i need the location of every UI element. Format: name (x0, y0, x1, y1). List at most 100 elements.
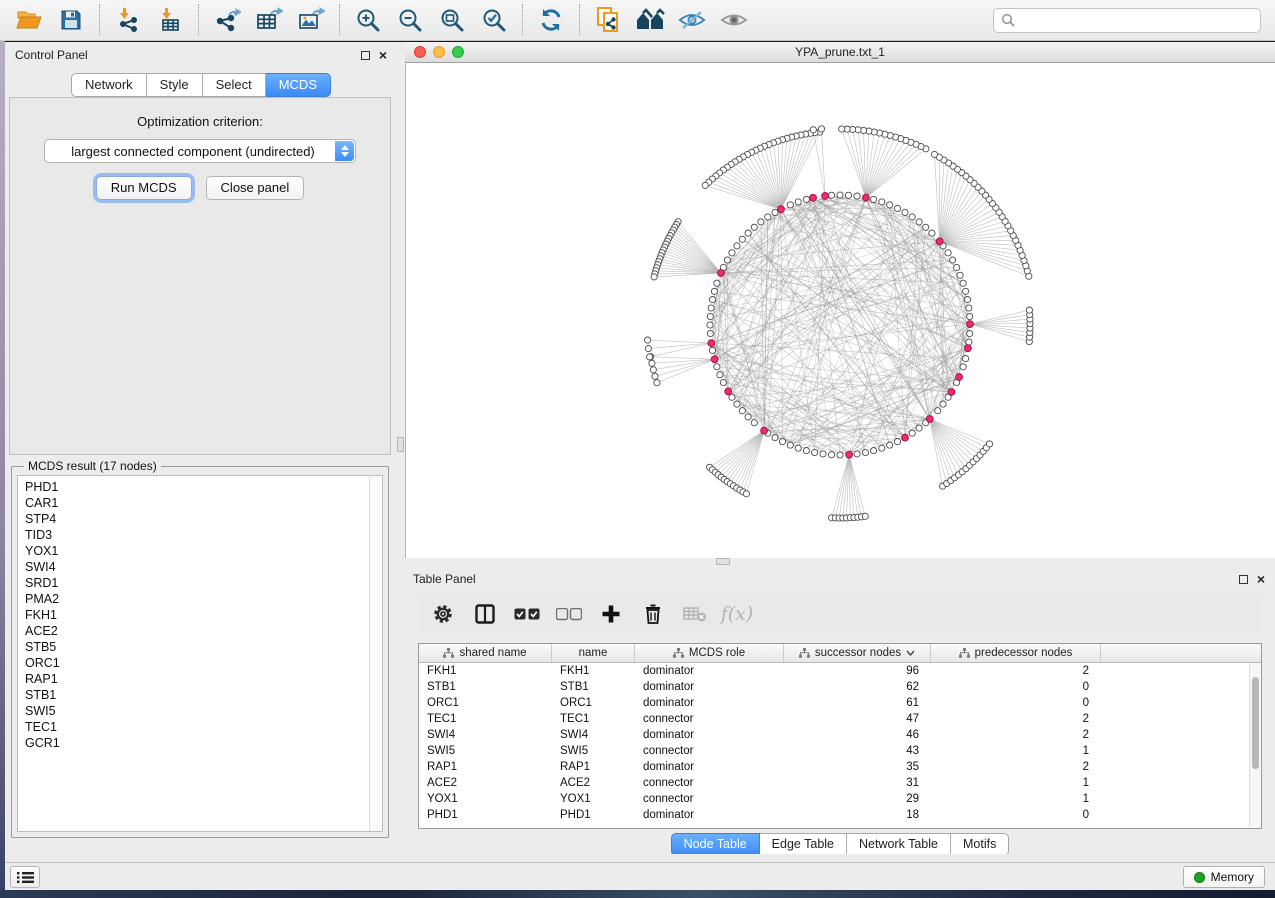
close-panel-button[interactable]: Close panel (206, 176, 305, 200)
export-image-icon[interactable] (293, 3, 329, 37)
mcds-result-item[interactable]: ORC1 (18, 655, 382, 671)
column-header-name[interactable]: name (552, 644, 635, 662)
table-panel-footer (405, 854, 1275, 862)
table-row[interactable]: RAP1RAP1dominator352 (419, 759, 1261, 775)
cell-mcds-role: connector (635, 743, 784, 759)
show-columns-icon[interactable] (469, 598, 501, 630)
cell-predecessor-nodes: 1 (931, 743, 1101, 759)
tab-edge-table[interactable]: Edge Table (760, 833, 847, 856)
import-table-icon[interactable] (152, 3, 188, 37)
cell-name: FKH1 (552, 663, 635, 679)
table-row[interactable]: ORC1ORC1dominator610 (419, 695, 1261, 711)
mcds-result-item[interactable]: STB5 (18, 639, 382, 655)
mcds-result-item[interactable]: YOX1 (18, 543, 382, 559)
run-mcds-button[interactable]: Run MCDS (96, 176, 192, 200)
new-network-from-selection-icon[interactable] (590, 3, 626, 37)
column-header-mcds-role[interactable]: MCDS role (635, 644, 784, 662)
mcds-result-item[interactable]: TEC1 (18, 719, 382, 735)
cell-filler (1101, 791, 1261, 807)
mcds-result-item[interactable]: ACE2 (18, 623, 382, 639)
zoom-fit-icon[interactable] (434, 3, 470, 37)
table-row[interactable]: ACE2ACE2connector311 (419, 775, 1261, 791)
cell-successor-nodes: 31 (784, 775, 931, 791)
column-header-successor-nodes[interactable]: successor nodes (784, 644, 931, 662)
mcds-result-item[interactable]: PMA2 (18, 591, 382, 607)
select-all-icon[interactable] (511, 598, 543, 630)
close-panel-icon[interactable]: × (379, 50, 387, 60)
table-row[interactable]: SWI5SWI5connector431 (419, 743, 1261, 759)
cell-filler (1101, 775, 1261, 791)
main-toolbar (0, 0, 1275, 41)
mcds-result-item[interactable]: SWI4 (18, 559, 382, 575)
cell-shared-name: TEC1 (419, 711, 552, 727)
save-session-icon[interactable] (53, 3, 89, 37)
zoom-selected-icon[interactable] (476, 3, 512, 37)
tab-node-table[interactable]: Node Table (671, 833, 760, 856)
search-input[interactable] (1021, 11, 1260, 31)
mcds-result-item[interactable]: STB1 (18, 687, 382, 703)
search-box[interactable] (993, 8, 1261, 33)
mcds-result-item[interactable]: STP4 (18, 511, 382, 527)
float-window-icon[interactable] (361, 51, 370, 60)
column-label: name (579, 647, 608, 659)
vertical-splitter[interactable] (397, 42, 405, 862)
first-neighbors-icon[interactable] (632, 3, 668, 37)
memory-button[interactable]: Memory (1183, 866, 1265, 888)
network-canvas[interactable] (405, 63, 1275, 558)
deselect-all-icon[interactable] (553, 598, 585, 630)
result-scrollbar[interactable] (369, 476, 382, 831)
cell-predecessor-nodes: 2 (931, 711, 1101, 727)
table-row[interactable]: FKH1FKH1dominator962 (419, 663, 1261, 679)
column-header-shared-name[interactable]: shared name (419, 644, 552, 662)
export-table-icon[interactable] (251, 3, 287, 37)
tab-network[interactable]: Network (71, 73, 147, 97)
cell-predecessor-nodes: 2 (931, 663, 1101, 679)
table-row[interactable]: TEC1TEC1connector472 (419, 711, 1261, 727)
splitter-grip[interactable] (716, 558, 730, 565)
scrollbar-thumb[interactable] (1252, 677, 1259, 769)
mcds-result-item[interactable]: CAR1 (18, 495, 382, 511)
cell-mcds-role: connector (635, 711, 784, 727)
mcds-result-item[interactable]: RAP1 (18, 671, 382, 687)
zoom-in-icon[interactable] (350, 3, 386, 37)
cell-mcds-role: dominator (635, 663, 784, 679)
close-panel-icon[interactable]: × (1257, 574, 1265, 584)
tab-select[interactable]: Select (203, 73, 266, 97)
mcds-result-item[interactable]: GCR1 (18, 735, 382, 751)
import-network-icon[interactable] (110, 3, 146, 37)
zoom-out-icon[interactable] (392, 3, 428, 37)
control-panel-tabs: NetworkStyleSelectMCDS (5, 73, 397, 97)
network-graph[interactable] (406, 63, 1275, 558)
table-settings-icon[interactable] (427, 598, 459, 630)
mcds-result-item[interactable]: PHD1 (18, 479, 382, 495)
table-row[interactable]: SWI4SWI4dominator462 (419, 727, 1261, 743)
mcds-result-item[interactable]: SRD1 (18, 575, 382, 591)
tab-mcds[interactable]: MCDS (266, 73, 331, 97)
desktop-wallpaper-bottom (0, 890, 1275, 898)
cell-shared-name: FKH1 (419, 663, 552, 679)
apply-layout-icon[interactable] (533, 3, 569, 37)
export-network-icon[interactable] (209, 3, 245, 37)
open-file-icon[interactable] (11, 3, 47, 37)
table-row[interactable]: YOX1YOX1connector291 (419, 791, 1261, 807)
control-panel-title: Control Panel (5, 48, 88, 62)
tab-network-table[interactable]: Network Table (847, 833, 951, 856)
show-all-icon[interactable] (716, 3, 752, 37)
table-row[interactable]: STB1STB1dominator620 (419, 679, 1261, 695)
add-row-icon[interactable] (595, 598, 627, 630)
table-row[interactable]: PHD1PHD1dominator180 (419, 807, 1261, 823)
tab-style[interactable]: Style (147, 73, 203, 97)
show-panels-button[interactable] (10, 866, 40, 888)
mcds-result-item[interactable]: TID3 (18, 527, 382, 543)
float-window-icon[interactable] (1239, 575, 1248, 584)
cell-filler (1101, 727, 1261, 743)
column-header-predecessor-nodes[interactable]: predecessor nodes (931, 644, 1101, 662)
mcds-result-item[interactable]: FKH1 (18, 607, 382, 623)
mcds-result-item[interactable]: SWI5 (18, 703, 382, 719)
splitter-grip[interactable] (397, 437, 404, 452)
hide-selected-icon[interactable] (674, 3, 710, 37)
horizontal-splitter[interactable] (405, 558, 1275, 566)
criterion-dropdown[interactable]: largest connected component (undirected) (44, 139, 356, 163)
delete-rows-icon[interactable] (637, 598, 669, 630)
tab-motifs[interactable]: Motifs (951, 833, 1009, 856)
